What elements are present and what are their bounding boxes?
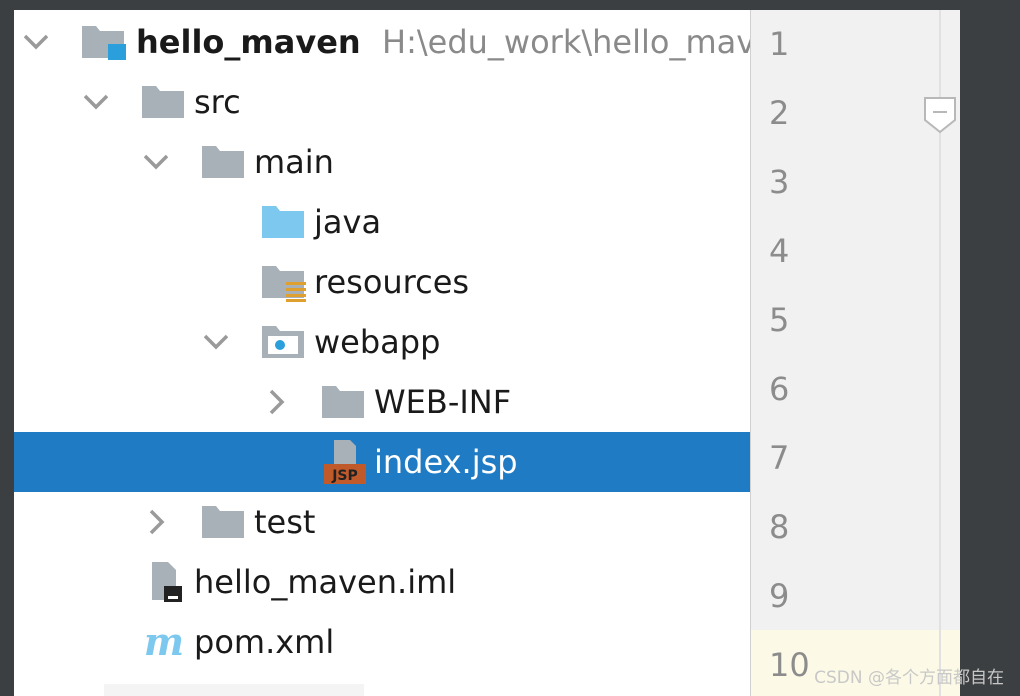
folder-icon <box>200 132 248 192</box>
folder-icon <box>140 72 188 132</box>
tree-item-label: hello_maven.iml <box>194 563 457 601</box>
tree-item-label: main <box>254 143 334 181</box>
tree-item-hello-maven[interactable]: hello_maven H:\edu_work\hello_maven <box>14 12 750 72</box>
ide-window: hello_maven H:\edu_work\hello_maven src … <box>0 0 1020 696</box>
chevron-down-icon[interactable] <box>18 12 54 72</box>
jsp-file-icon: JSP <box>320 432 368 492</box>
tree-item-label: webapp <box>314 323 441 361</box>
chevron-down-icon[interactable] <box>138 132 174 192</box>
line-number: 8 <box>769 508 790 546</box>
line-number: 4 <box>769 232 790 270</box>
resources-folder-icon <box>260 252 308 312</box>
tree-item-web-inf[interactable]: WEB-INF <box>14 372 750 432</box>
tree-item-resources[interactable]: resources <box>14 252 750 312</box>
tree-item-label: java <box>314 203 382 241</box>
tree-item-label: pom.xml <box>194 623 335 661</box>
maven-file-icon: m <box>140 612 188 672</box>
svg-text:m: m <box>144 622 184 662</box>
project-tree[interactable]: hello_maven H:\edu_work\hello_maven src … <box>14 10 750 696</box>
line-number: 3 <box>769 163 790 201</box>
watermark: CSDN @各个方面都自在 <box>814 668 1004 688</box>
tree-item-webapp[interactable]: webapp <box>14 312 750 372</box>
tree-item-label: index.jsp <box>374 443 518 481</box>
editor-right-strip <box>960 10 1020 696</box>
tree-item-main[interactable]: main <box>14 132 750 192</box>
chevron-right-icon[interactable] <box>258 372 294 432</box>
line-number: 6 <box>769 370 790 408</box>
tree-item-partial <box>104 684 364 696</box>
chevron-down-icon[interactable] <box>78 72 114 132</box>
line-number: 1 <box>769 25 790 63</box>
line-number: 7 <box>769 439 790 477</box>
module-path: H:\edu_work\hello_maven <box>382 23 750 61</box>
chevron-right-icon[interactable] <box>138 492 174 552</box>
folder-icon <box>320 372 368 432</box>
tree-item-hello-maven-iml[interactable]: hello_maven.iml <box>14 552 750 612</box>
fold-marker-icon[interactable] <box>923 96 957 138</box>
tree-item-label: hello_maven <box>136 23 361 61</box>
svg-text:JSP: JSP <box>331 468 358 484</box>
tree-item-label: test <box>254 503 316 541</box>
editor-gutter: 1 2 3 4 5 6 7 8 9 10 <box>750 10 961 696</box>
folder-icon <box>200 492 248 552</box>
tree-item-label: resources <box>314 263 470 301</box>
chevron-down-icon[interactable] <box>198 312 234 372</box>
line-number: 9 <box>769 577 790 615</box>
tree-item-java[interactable]: java <box>14 192 750 252</box>
tree-item-pom-xml[interactable]: m pom.xml <box>14 612 750 672</box>
web-folder-icon <box>260 312 308 372</box>
line-number: 2 <box>769 94 790 132</box>
iml-file-icon <box>142 552 190 612</box>
source-root-folder-icon <box>260 192 308 252</box>
line-number: 5 <box>769 301 790 339</box>
tree-item-index-jsp[interactable]: JSP index.jsp <box>14 432 750 492</box>
tree-item-src[interactable]: src <box>14 72 750 132</box>
module-folder-icon <box>80 12 128 72</box>
tree-item-test[interactable]: test <box>14 492 750 552</box>
tree-item-label: src <box>194 83 241 121</box>
tree-item-label: WEB-INF <box>374 383 512 421</box>
